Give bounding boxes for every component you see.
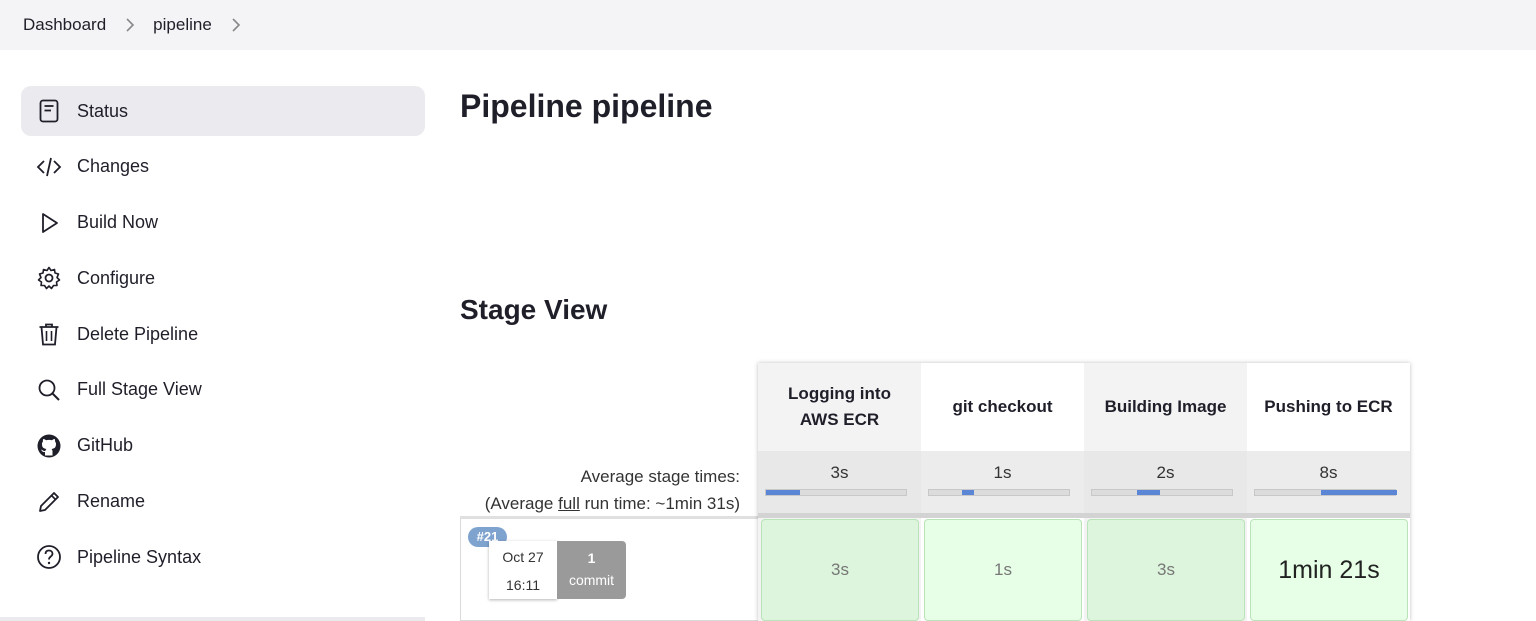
- chevron-right-icon: [124, 18, 136, 32]
- stage-average-bar: [1254, 489, 1397, 496]
- stage-column: Building Image 2s 3s: [1084, 363, 1247, 621]
- full-run-link[interactable]: full: [558, 494, 580, 513]
- stage-divider: [1084, 513, 1247, 518]
- search-icon: [35, 376, 63, 404]
- stage-header: Building Image: [1104, 397, 1227, 416]
- sidebar-item-label: Full Stage View: [77, 379, 202, 400]
- sidebar-divider: [0, 617, 425, 621]
- sidebar-item-rename[interactable]: Rename: [21, 477, 425, 527]
- code-icon: [35, 153, 63, 181]
- average-stage-times-text: Average stage times:: [580, 467, 740, 486]
- chevron-right-icon[interactable]: [230, 18, 242, 32]
- sidebar-item-delete-pipeline[interactable]: Delete Pipeline: [21, 309, 425, 359]
- breadcrumb-pipeline[interactable]: pipeline: [153, 15, 212, 35]
- stage-average: 8s: [1247, 451, 1410, 513]
- stage-average: 1s: [921, 451, 1084, 513]
- stage-cell-success[interactable]: 1s: [924, 519, 1082, 621]
- stage-view-title: Stage View: [460, 294, 608, 325]
- stage-header: Logging into AWS ECR: [788, 384, 891, 429]
- sidebar-item-label: Delete Pipeline: [77, 323, 199, 344]
- stage-average: 2s: [1084, 451, 1247, 513]
- pencil-icon: [35, 488, 63, 516]
- play-icon: [35, 209, 63, 237]
- sidebar-item-pipeline-syntax[interactable]: Pipeline Syntax: [21, 532, 425, 582]
- average-times-label: Average stage times: (Average full run t…: [460, 463, 740, 517]
- build-date: Oct 27 16:11: [489, 541, 557, 599]
- sidebar-item-label: GitHub: [77, 435, 134, 456]
- sidebar: Status Changes Build Now Configure Delet…: [21, 86, 425, 588]
- stage-divider: [921, 513, 1084, 518]
- sidebar-item-status[interactable]: Status: [21, 86, 425, 136]
- stage-average-bar-fill: [766, 490, 800, 495]
- stage-header: Pushing to ECR: [1264, 397, 1393, 416]
- stage-column: Logging into AWS ECR 3s 3s: [758, 363, 921, 621]
- stage-column: Pushing to ECR 8s 1min 21s: [1247, 363, 1410, 621]
- page-title: Pipeline pipeline: [460, 88, 713, 124]
- stage-average-time: 2s: [1156, 463, 1175, 482]
- stage-average-bar-fill: [1321, 490, 1397, 495]
- sidebar-item-label: Rename: [77, 491, 146, 512]
- stage-average-bar: [1091, 489, 1233, 496]
- stage-cell-success[interactable]: 3s: [761, 519, 919, 621]
- build-date-time: 16:11: [506, 577, 540, 593]
- sidebar-item-build-now[interactable]: Build Now: [21, 198, 425, 248]
- sidebar-item-configure[interactable]: Configure: [21, 253, 425, 303]
- sidebar-item-label: Build Now: [77, 212, 159, 233]
- sidebar-item-label: Configure: [77, 267, 156, 288]
- commit-label: commit: [568, 572, 615, 588]
- stage-average: 3s: [758, 451, 921, 513]
- help-icon: [35, 543, 63, 571]
- stage-divider: [758, 513, 921, 518]
- commits-button[interactable]: 1 commit: [557, 541, 626, 599]
- full-run-prefix: (Average: [484, 494, 559, 513]
- sidebar-item-changes[interactable]: Changes: [21, 142, 425, 192]
- stage-average-time: 8s: [1319, 463, 1338, 482]
- stage-average-bar-fill: [1137, 490, 1160, 495]
- stage-average-time: 1s: [993, 463, 1012, 482]
- sidebar-item-label: Status: [77, 100, 129, 121]
- stage-cell-success[interactable]: 1min 21s: [1250, 519, 1408, 621]
- stage-view-table: Logging into AWS ECR 3s 3s git checkout …: [758, 363, 1410, 621]
- stage-divider: [1247, 513, 1410, 518]
- stage-cell-success[interactable]: 3s: [1087, 519, 1245, 621]
- stage-average-bar: [928, 489, 1070, 496]
- stage-header: git checkout: [952, 397, 1053, 416]
- stage-average-time: 3s: [830, 463, 849, 482]
- build-date-day: Oct 27: [502, 549, 544, 565]
- breadcrumb-dashboard[interactable]: Dashboard: [23, 15, 106, 35]
- sidebar-item-label: Pipeline Syntax: [77, 546, 202, 567]
- sidebar-item-label: Changes: [77, 156, 150, 177]
- stage-column: git checkout 1s 1s: [921, 363, 1084, 621]
- full-run-suffix: run time: ~1min 31s): [579, 494, 740, 513]
- average-full-run-text: (Average full run time: ~1min 31s): [460, 490, 740, 517]
- stage-average-bar-fill: [962, 490, 974, 495]
- document-icon: [35, 97, 63, 125]
- stage-average-bar: [765, 489, 907, 496]
- trash-icon: [35, 320, 63, 348]
- github-icon: [35, 432, 63, 460]
- sidebar-item-github[interactable]: GitHub: [21, 421, 425, 471]
- commit-count: 1: [587, 550, 596, 566]
- gear-icon: [35, 264, 63, 292]
- sidebar-item-full-stage-view[interactable]: Full Stage View: [21, 365, 425, 415]
- breadcrumb-bar: Dashboard pipeline: [0, 0, 1536, 50]
